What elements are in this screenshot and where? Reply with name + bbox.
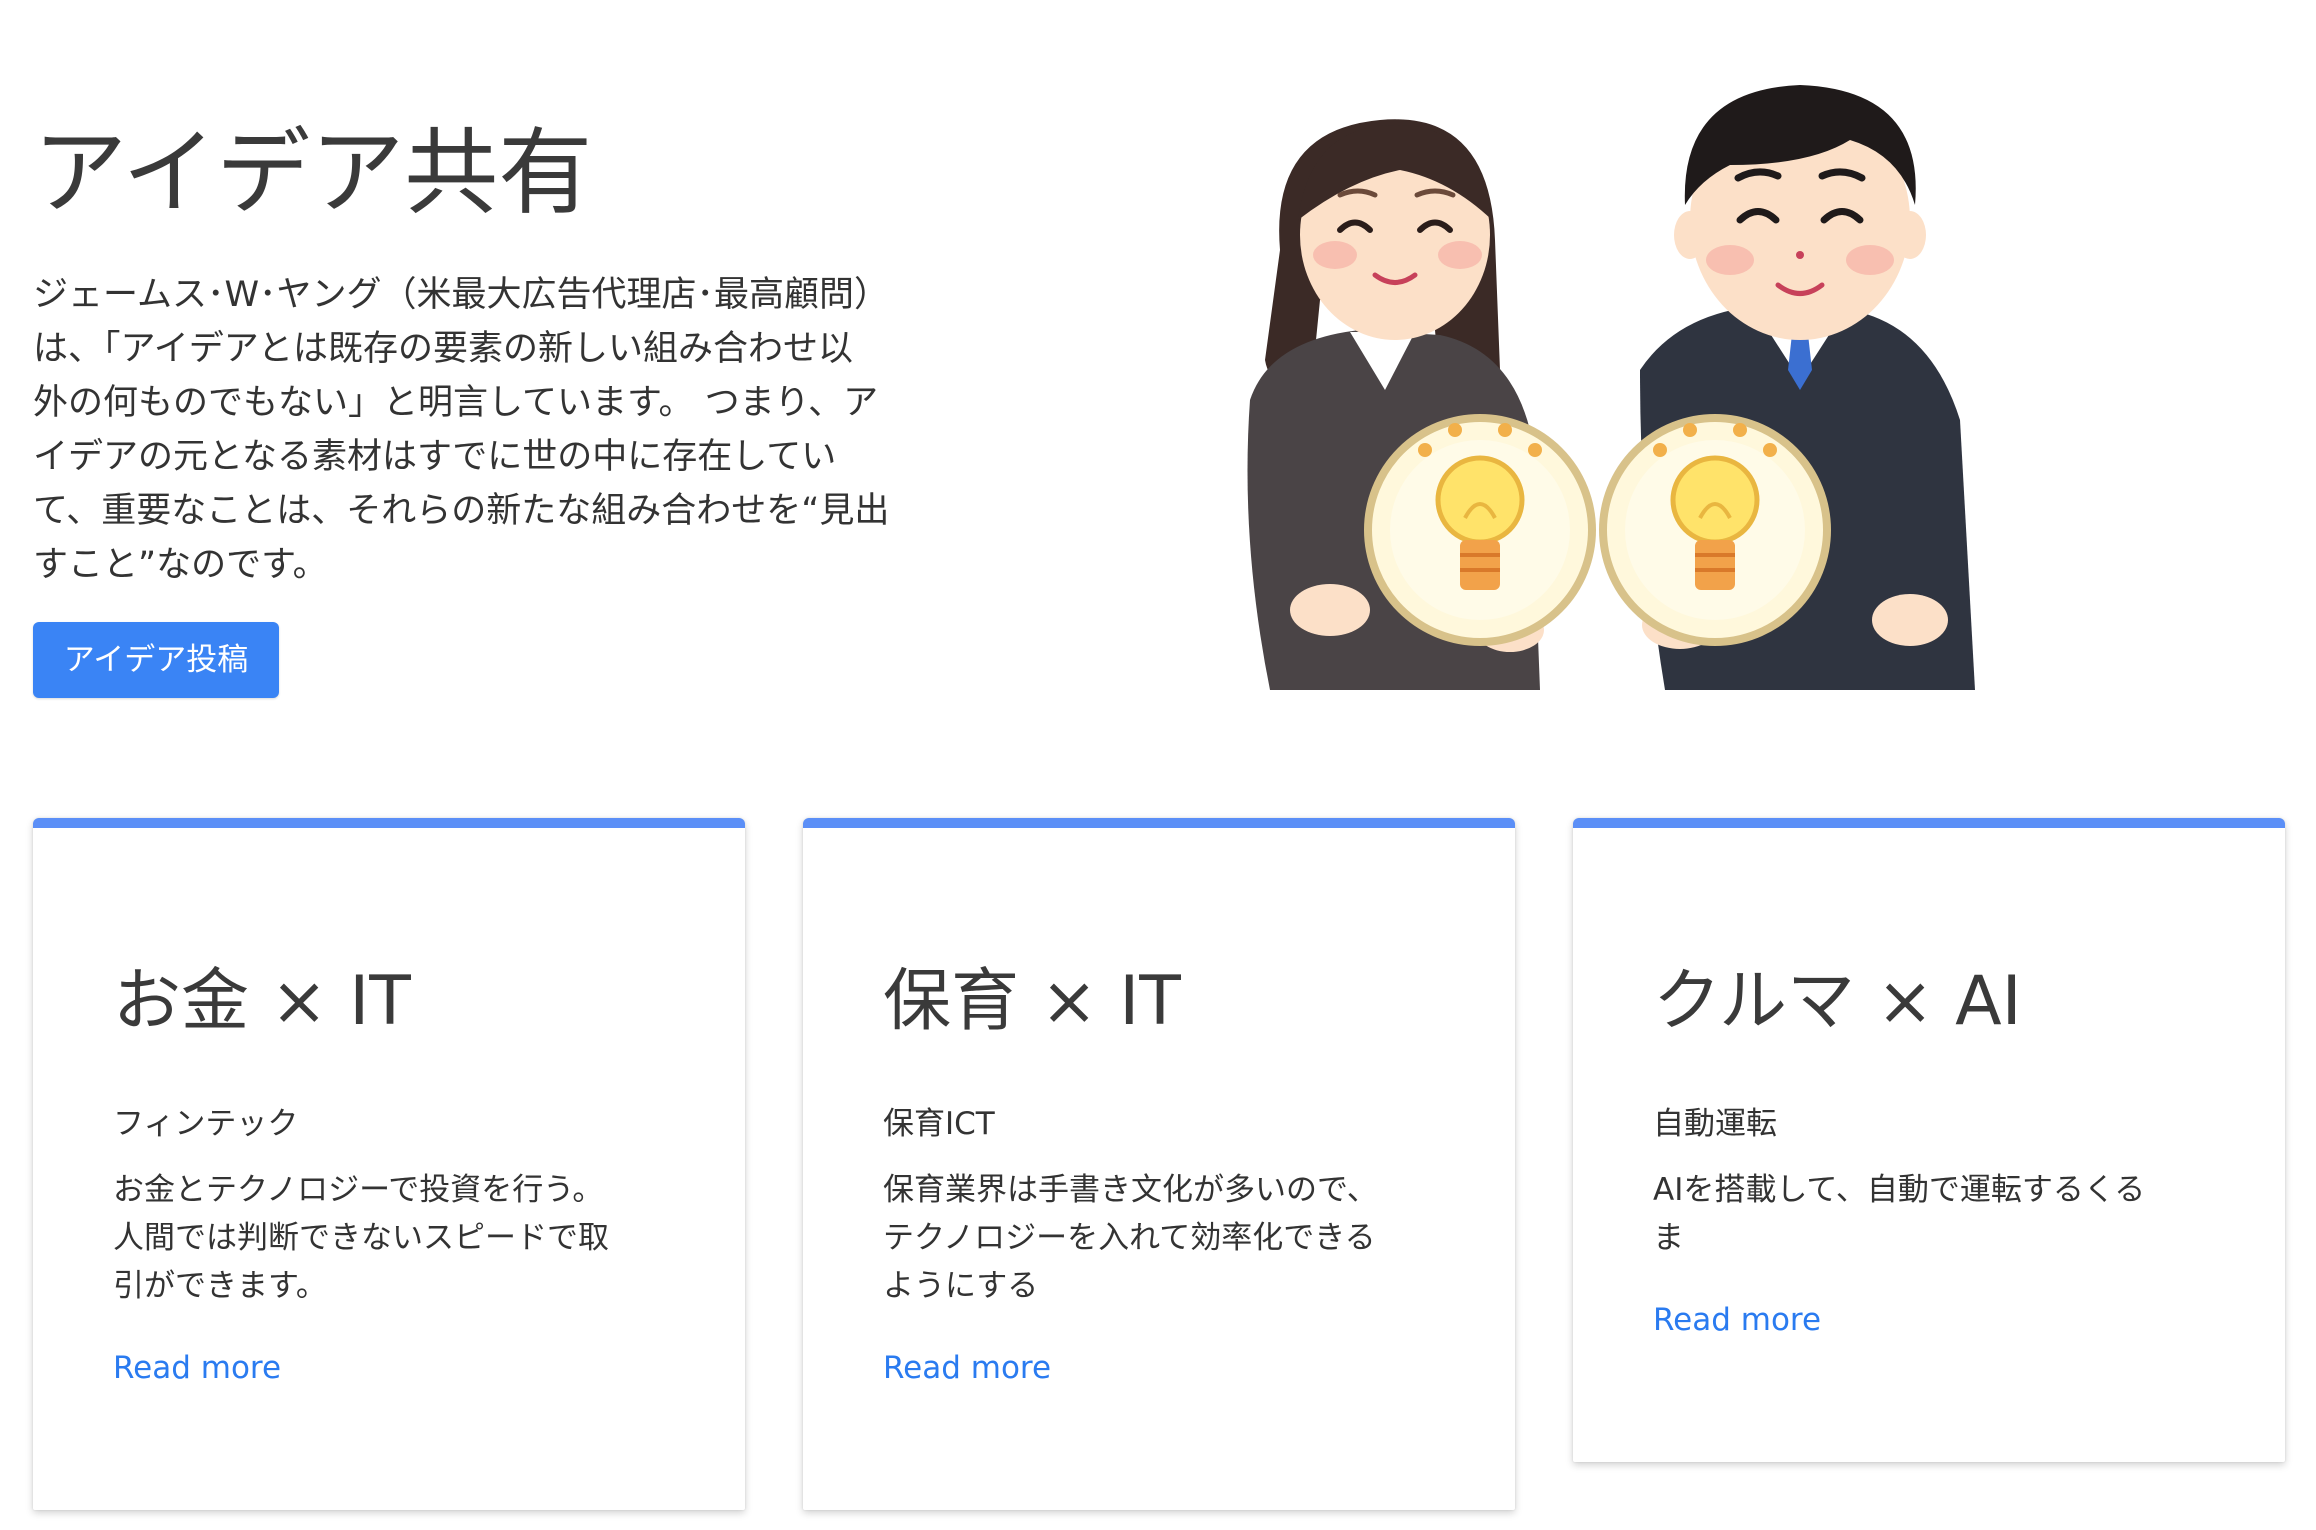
idea-card-fintech: お金 × IT フィンテック お金とテクノロジーで投資を行う。 人間では判断でき… xyxy=(33,818,745,1510)
idea-card-autonomous-driving: クルマ × AI 自動運転 AIを搭載して、自動で運転するくる ま Read m… xyxy=(1573,818,2285,1462)
business-people-lightbulb-illustration xyxy=(1247,85,1975,690)
hero-description-line: イデアの元となる素材はすでに世の中に存在してい xyxy=(33,437,837,477)
page-title: アイデア共有 xyxy=(33,119,593,228)
card-title: 保育 × IT xyxy=(883,962,1181,1041)
card-text-line: ようにする xyxy=(883,1268,1039,1304)
read-more-link[interactable]: Read more xyxy=(883,1350,1051,1386)
card-subtitle: フィンテック xyxy=(113,1106,299,1142)
card-subtitle: 自動運転 xyxy=(1653,1106,1777,1142)
hero-description-line: は、「アイデアとは既存の要素の新しい組み合わせ以 xyxy=(33,329,854,369)
card-text: お金とテクノロジーで投資を行う。 人間では判断できないスピードで取 引ができます… xyxy=(113,1166,609,1310)
card-text-line: 引ができます。 xyxy=(113,1268,327,1304)
post-idea-button[interactable]: アイデア投稿 xyxy=(33,622,279,698)
lightbulb-icon xyxy=(1364,414,1596,646)
read-more-link[interactable]: Read more xyxy=(1653,1302,1821,1338)
card-text-line: ま xyxy=(1653,1220,1684,1256)
hero-description-line: ジェームス･W･ヤング（米最大広告代理店･最高顧問） xyxy=(33,275,890,315)
card-text-line: 保育業界は手書き文化が多いので、 xyxy=(883,1172,1378,1208)
hero-description-line: て、重要なことは、それらの新たな組み合わせを“見出 xyxy=(33,491,890,531)
card-title: クルマ × AI xyxy=(1653,962,2022,1041)
hero-description-line: すこと”なのです。 xyxy=(33,545,328,585)
read-more-link[interactable]: Read more xyxy=(113,1350,281,1386)
card-text-line: テクノロジーを入れて効率化できる xyxy=(883,1220,1376,1256)
hero-description: ジェームス･W･ヤング（米最大広告代理店･最高顧問） は、「アイデアとは既存の要… xyxy=(33,268,933,592)
card-text-line: AIを搭載して、自動で運転するくる xyxy=(1653,1172,2146,1208)
idea-card-childcare-ict: 保育 × IT 保育ICT 保育業界は手書き文化が多いので、 テクノロジーを入れ… xyxy=(803,818,1515,1510)
card-subtitle: 保育ICT xyxy=(883,1106,995,1142)
card-text-line: お金とテクノロジーで投資を行う。 xyxy=(113,1172,604,1208)
hero-description-line: 外の何ものでもない」と明言しています。 つまり、ア xyxy=(33,383,879,423)
card-text: AIを搭載して、自動で運転するくる ま xyxy=(1653,1166,2145,1262)
card-title: お金 × IT xyxy=(113,962,411,1041)
lightbulb-icon xyxy=(1599,414,1831,646)
card-text: 保育業界は手書き文化が多いので、 テクノロジーを入れて効率化できる ようにする xyxy=(883,1166,1378,1310)
card-text-line: 人間では判断できないスピードで取 xyxy=(113,1220,609,1256)
